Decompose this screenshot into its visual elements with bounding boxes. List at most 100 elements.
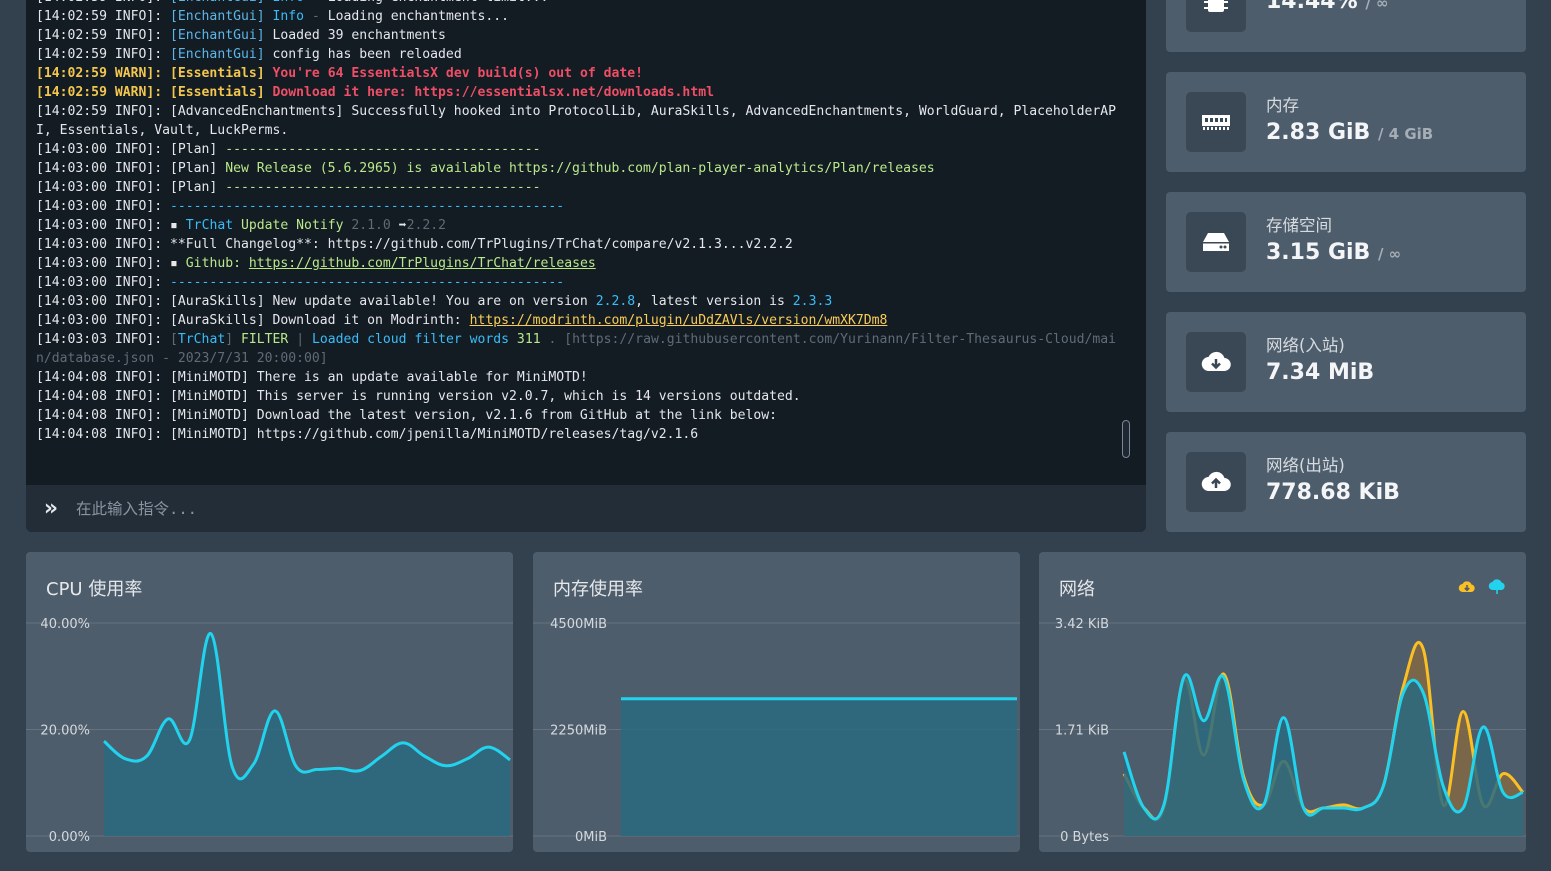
log-segment: [14:03:00 INFO]: [AuraSkills] New update…	[36, 294, 596, 309]
cpu-usage-chart: 40.00% 20.00% 0.00%	[26, 617, 513, 845]
log-segment: , latest version is	[635, 294, 793, 309]
log-segment: [EnchantGui]	[170, 0, 265, 5]
stat-card-net-out: 网络(出站) 778.68 KiB	[1166, 432, 1526, 532]
console-panel: [14:02:59 INFO]: [EnchantGui] Info - Loa…	[26, 0, 1146, 532]
log-line: [14:03:00 INFO]: [AuraSkills] Download i…	[36, 311, 1118, 330]
log-segment: [14:02:59 WARN]: [Essentials]	[36, 85, 265, 100]
log-segment: ➡	[398, 218, 407, 233]
log-segment: 311	[509, 332, 549, 347]
log-segment: You're 64 EssentialsX dev build(s) out o…	[264, 66, 644, 81]
stat-value: 778.68 KiB	[1266, 479, 1400, 505]
log-segment: Loading enchantments...	[327, 9, 510, 24]
stat-label: 存储空间	[1266, 215, 1332, 235]
log-segment: [14:03:00 INFO]: [Plan]	[36, 142, 226, 157]
memory-icon	[1186, 92, 1246, 152]
command-input[interactable]	[76, 485, 1146, 532]
log-segment: [14:03:00 INFO]: **Full Changelog**: htt…	[36, 237, 793, 252]
log-segment: [14:04:08 INFO]: [MiniMOTD] Download the…	[36, 408, 778, 423]
log-segment[interactable]: https://github.com/TrPlugins/TrChat/rele…	[249, 256, 596, 271]
log-line: [14:03:00 INFO]: [Plan] ----------------…	[36, 178, 1118, 197]
log-line: [14:02:59 WARN]: [Essentials] You're 64 …	[36, 64, 1118, 83]
console-log-text: [14:02:59 INFO]: [EnchantGui] Info - Loa…	[36, 0, 1118, 444]
log-segment: [	[170, 332, 178, 347]
log-segment: Loaded cloud filter words	[311, 332, 510, 347]
log-segment: config has been reloaded	[264, 47, 462, 62]
log-segment: Update Notify	[233, 218, 344, 233]
network-chart: 3.42 KiB 1.71 KiB 0 Bytes	[1039, 617, 1526, 845]
log-line: [14:04:08 INFO]: [MiniMOTD] This server …	[36, 387, 1118, 406]
chart-card-network: 网络 3.42 KiB 1.71 KiB 0 Bytes	[1039, 552, 1526, 852]
command-bar: »	[26, 485, 1146, 532]
stat-limit: / ∞	[1377, 244, 1402, 263]
series-area	[621, 698, 1017, 836]
log-segment: [14:03:00 INFO]: [Plan]	[36, 180, 226, 195]
log-line: [14:03:00 INFO]: **Full Changelog**: htt…	[36, 235, 1118, 254]
log-line: [14:02:59 INFO]: [EnchantGui] config has…	[36, 45, 1118, 64]
log-line: [14:03:00 INFO]: -----------------------…	[36, 197, 1118, 216]
log-segment: |	[288, 332, 312, 347]
log-segment: [14:02:59 INFO]: [AdvancedEnchantments] …	[36, 104, 1116, 138]
log-segment: ----------------------------------------…	[170, 275, 565, 290]
stat-limit: / 4 GiB	[1377, 124, 1434, 143]
log-segment: [14:04:08 INFO]: [MiniMOTD] This server …	[36, 389, 801, 404]
log-segment: [14:02:59 WARN]: [Essentials]	[36, 66, 265, 81]
log-segment: Github:	[185, 256, 249, 271]
chevrons-right-icon: »	[43, 496, 59, 521]
log-segment: [14:03:00 INFO]:	[36, 218, 171, 233]
stat-value: 7.34 MiB	[1266, 359, 1375, 385]
stat-value: 2.83 GiB	[1266, 119, 1371, 145]
log-segment: [14:02:59 INFO]:	[36, 28, 171, 43]
cloud-download-icon	[1186, 332, 1246, 392]
stat-card-memory: 内存 2.83 GiB / 4 GiB	[1166, 72, 1526, 172]
log-line: [14:02:59 INFO]: [EnchantGui] Loaded 39 …	[36, 26, 1118, 45]
stat-label: 网络(入站)	[1266, 335, 1345, 355]
log-line: [14:03:03 INFO]: [TrChat] FILTER | Loade…	[36, 330, 1118, 368]
log-segment: -	[304, 9, 328, 24]
y-tick-label: 0.00%	[49, 830, 90, 845]
log-line: [14:02:59 INFO]: [EnchantGui] Info - Loa…	[36, 7, 1118, 26]
log-segment: Loading enchantment limit...	[328, 0, 549, 5]
log-segment: ▪	[170, 256, 186, 271]
log-segment: [14:03:00 INFO]:	[36, 256, 171, 271]
log-line: [14:02:59 INFO]: [AdvancedEnchantments] …	[36, 102, 1118, 140]
log-segment: -	[304, 0, 328, 5]
log-segment: ]	[225, 332, 241, 347]
stat-label: 内存	[1266, 95, 1299, 115]
log-segment: ----------------------------------------	[225, 180, 541, 195]
chart-card-cpu: CPU 使用率 40.00% 20.00% 0.00%	[26, 552, 513, 852]
stat-limit: / ∞	[1365, 0, 1389, 12]
log-segment: 2.3.3	[792, 294, 833, 309]
console-scrollbar[interactable]	[1122, 420, 1130, 458]
log-line: [14:03:00 INFO]: -----------------------…	[36, 273, 1118, 292]
y-tick-label: 0 Bytes	[1060, 830, 1109, 845]
y-tick-label: 0MiB	[575, 830, 607, 845]
log-segment: Download it here: https://essentialsx.ne…	[264, 85, 714, 100]
y-tick-label: 20.00%	[40, 724, 90, 739]
console-log: [14:02:59 INFO]: [EnchantGui] Info - Loa…	[26, 0, 1126, 484]
log-segment: [14:04:08 INFO]: [MiniMOTD] There is an …	[36, 370, 588, 385]
log-segment: [14:03:03 INFO]:	[36, 332, 171, 347]
log-line: [14:04:08 INFO]: [MiniMOTD] There is an …	[36, 368, 1118, 387]
stat-value: 14.44%	[1266, 0, 1358, 14]
log-line: [14:03:00 INFO]: ▪ TrChat Update Notify …	[36, 216, 1118, 235]
log-line: [14:03:00 INFO]: [Plan] ----------------…	[36, 140, 1118, 159]
log-line: [14:02:59 WARN]: [Essentials] Download i…	[36, 83, 1118, 102]
log-segment: [14:03:00 INFO]:	[36, 275, 171, 290]
memory-usage-chart: 4500MiB 2250MiB 0MiB	[533, 617, 1020, 845]
stat-value: 3.15 GiB	[1266, 239, 1371, 265]
log-segment: [14:04:08 INFO]: [MiniMOTD] https://gith…	[36, 427, 699, 442]
y-tick-label: 2250MiB	[550, 724, 607, 739]
storage-icon	[1186, 212, 1246, 272]
log-segment[interactable]: https://modrinth.com/plugin/uDdZAVls/ver…	[470, 313, 888, 328]
chart-card-memory: 内存使用率 4500MiB 2250MiB 0MiB	[533, 552, 1020, 852]
log-segment: [14:03:00 INFO]: [Plan]	[36, 161, 226, 176]
log-segment: New Release (5.6.2965) is available http…	[225, 161, 935, 176]
log-segment: ----------------------------------------…	[170, 199, 565, 214]
log-segment: Loaded 39 enchantments	[264, 28, 446, 43]
log-line: [14:03:00 INFO]: [Plan] New Release (5.6…	[36, 159, 1118, 178]
stat-card-cpu: 14.44% / ∞	[1166, 0, 1526, 52]
y-tick-label: 4500MiB	[550, 617, 607, 632]
log-segment: [14:03:00 INFO]: [AuraSkills] Download i…	[36, 313, 470, 328]
log-segment: 2.2.2	[406, 218, 446, 233]
cloud-upload-icon	[1186, 452, 1246, 512]
